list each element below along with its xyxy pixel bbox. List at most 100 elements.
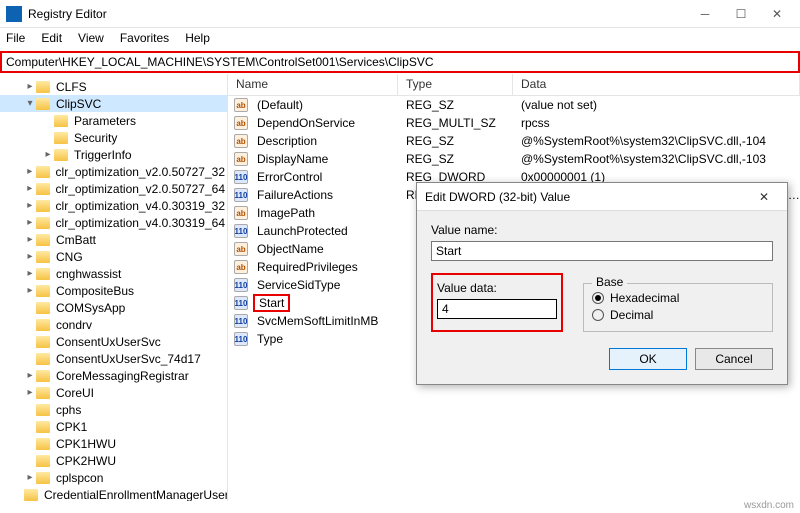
maximize-button[interactable]: ☐ — [724, 4, 758, 24]
tree-item-label: CompositeBus — [54, 284, 136, 298]
col-name[interactable]: Name — [228, 74, 398, 95]
expander-icon[interactable]: ▸ — [24, 387, 36, 398]
list-row[interactable]: ab(Default)REG_SZ(value not set) — [228, 96, 800, 114]
col-type[interactable]: Type — [398, 74, 513, 95]
radio-dec[interactable]: Decimal — [592, 308, 764, 322]
value-name-input[interactable] — [431, 241, 773, 261]
tree-item[interactable]: ▸CNG — [0, 248, 227, 265]
value-data-input[interactable] — [437, 299, 557, 319]
expander-icon[interactable]: ▸ — [24, 370, 36, 381]
expander-icon[interactable]: ▸ — [24, 472, 36, 483]
address-input[interactable] — [0, 51, 800, 73]
window-title: Registry Editor — [28, 7, 688, 21]
value-name: (Default) — [253, 98, 307, 112]
tree-view[interactable]: ▸CLFS ▾ ClipSVC Parameters Security ▸ TriggerI… — [0, 74, 228, 501]
tree-item[interactable]: CPK2HWU — [0, 452, 227, 469]
tree-item-label: ConsentUxUserSvc_74d17 — [54, 352, 203, 366]
expander-icon[interactable]: ▸ — [24, 200, 36, 211]
folder-icon — [36, 387, 50, 399]
tree-item[interactable]: ▸CoreMessagingRegistrar — [0, 367, 227, 384]
expander-icon[interactable]: ▸ — [24, 81, 36, 92]
tree-item[interactable]: ConsentUxUserSvc_74d17 — [0, 350, 227, 367]
folder-icon — [36, 319, 50, 331]
menu-help[interactable]: Help — [185, 31, 210, 45]
folder-icon — [36, 166, 50, 178]
string-icon: ab — [234, 242, 248, 256]
dialog-title: Edit DWORD (32-bit) Value — [425, 190, 749, 204]
expander-icon[interactable]: ▸ — [42, 149, 54, 160]
tree-item-label: cplspcon — [54, 471, 105, 485]
dialog-close-button[interactable]: ✕ — [749, 190, 779, 204]
radio-dec-label: Decimal — [610, 308, 653, 322]
tree-item[interactable]: CredentialEnrollmentManagerUserSvc — [0, 486, 227, 501]
cancel-button[interactable]: Cancel — [695, 348, 773, 370]
list-row[interactable]: abDescriptionREG_SZ@%SystemRoot%\system3… — [228, 132, 800, 150]
tree-item-label: ClipSVC — [54, 97, 103, 111]
folder-icon — [36, 404, 50, 416]
menu-favorites[interactable]: Favorites — [120, 31, 169, 45]
tree-item[interactable]: condrv — [0, 316, 227, 333]
tree-item[interactable]: cphs — [0, 401, 227, 418]
tree-item[interactable]: CPK1HWU — [0, 435, 227, 452]
expander-icon[interactable]: ▾ — [24, 98, 36, 109]
value-name: DisplayName — [253, 152, 332, 166]
list-row[interactable]: abDependOnServiceREG_MULTI_SZrpcss — [228, 114, 800, 132]
tree-item[interactable]: ConsentUxUserSvc — [0, 333, 227, 350]
tree-item[interactable]: ▸ CmBatt — [0, 231, 227, 248]
tree-item[interactable]: ▸ TriggerInfo — [0, 146, 227, 163]
expander-icon[interactable]: ▸ — [24, 251, 36, 262]
list-header: Name Type Data — [228, 74, 800, 96]
expander-icon[interactable]: ▸ — [24, 234, 36, 245]
tree-item[interactable]: ▸ cplspcon — [0, 469, 227, 486]
tree-item[interactable]: ▸ CompositeBus — [0, 282, 227, 299]
expander-icon[interactable]: ▸ — [24, 166, 36, 177]
tree-item-label: TriggerInfo — [72, 148, 134, 162]
expander-icon[interactable]: ▸ — [24, 217, 36, 228]
value-data: rpcss — [513, 116, 800, 130]
expander-icon[interactable]: ▸ — [24, 183, 36, 194]
expander-icon[interactable]: ▸ — [24, 268, 36, 279]
menu-edit[interactable]: Edit — [41, 31, 62, 45]
tree-item[interactable]: ▸clr_optimization_v4.0.30319_32 — [0, 197, 227, 214]
menu-file[interactable]: File — [6, 31, 25, 45]
value-data: @%SystemRoot%\system32\ClipSVC.dll,-104 — [513, 134, 800, 148]
folder-icon — [36, 455, 50, 467]
folder-icon — [36, 353, 50, 365]
tree-item[interactable]: ▸CoreUI — [0, 384, 227, 401]
tree-item[interactable]: ▸ cnghwassist — [0, 265, 227, 282]
binary-icon: 110 — [234, 296, 248, 310]
close-button[interactable]: ✕ — [760, 4, 794, 24]
minimize-button[interactable]: ─ — [688, 4, 722, 24]
tree-item[interactable]: COMSysApp — [0, 299, 227, 316]
folder-icon — [36, 472, 50, 484]
tree-item[interactable]: ▸CLFS — [0, 78, 227, 95]
ok-button[interactable]: OK — [609, 348, 687, 370]
expander-icon[interactable]: ▸ — [24, 285, 36, 296]
tree-item[interactable]: ▸clr_optimization_v2.0.50727_32 — [0, 163, 227, 180]
tree-item[interactable]: Parameters — [0, 112, 227, 129]
tree-item-label: CPK2HWU — [54, 454, 118, 468]
col-data[interactable]: Data — [513, 74, 800, 95]
folder-icon — [54, 132, 68, 144]
radio-hex[interactable]: Hexadecimal — [592, 291, 764, 305]
tree-item[interactable]: ▾ ClipSVC — [0, 95, 227, 112]
tree-item-label: Parameters — [72, 114, 138, 128]
tree-item-label: CredentialEnrollmentManagerUserSvc — [42, 488, 228, 502]
folder-icon — [36, 200, 50, 212]
tree-item-label: cphs — [54, 403, 83, 417]
tree-item[interactable]: ▸clr_optimization_v2.0.50727_64 — [0, 180, 227, 197]
string-icon: ab — [234, 116, 248, 130]
tree-item[interactable]: CPK1 — [0, 418, 227, 435]
tree-item-label: Security — [72, 131, 119, 145]
list-row[interactable]: abDisplayNameREG_SZ@%SystemRoot%\system3… — [228, 150, 800, 168]
tree-item-label: condrv — [54, 318, 94, 332]
dialog-title-bar[interactable]: Edit DWORD (32-bit) Value ✕ — [417, 183, 787, 211]
menu-view[interactable]: View — [78, 31, 104, 45]
value-type: REG_SZ — [398, 152, 513, 166]
value-data: @%SystemRoot%\system32\ClipSVC.dll,-103 — [513, 152, 800, 166]
folder-icon — [36, 302, 50, 314]
tree-item[interactable]: ▸clr_optimization_v4.0.30319_64 — [0, 214, 227, 231]
tree-item-label: cnghwassist — [54, 267, 123, 281]
tree-item-label: CmBatt — [54, 233, 98, 247]
tree-item[interactable]: Security — [0, 129, 227, 146]
